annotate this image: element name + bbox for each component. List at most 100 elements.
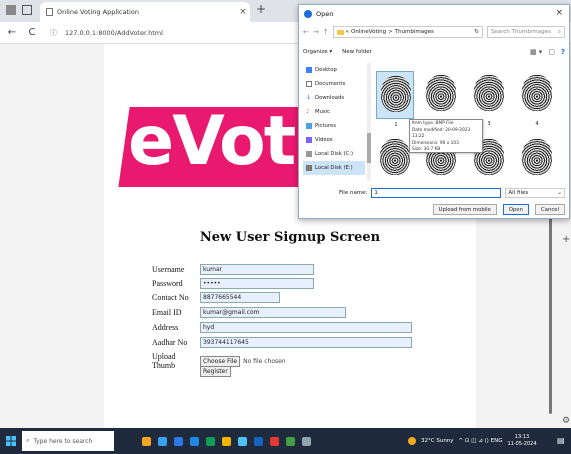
filename-row: File name: 1 All files ⌄ <box>339 187 565 199</box>
search-input[interactable]: Search Thumbimages ⌕ <box>487 26 565 38</box>
app-icon-9[interactable] <box>270 436 279 446</box>
nav-back-icon[interactable]: ← <box>303 28 309 36</box>
windows-start-icon[interactable] <box>0 428 22 454</box>
contact-input[interactable]: 8877665544 <box>200 292 280 303</box>
nav-item-local-disk-c[interactable]: Local Disk (C:) <box>303 147 365 161</box>
aadhar-row: Aadhar No 393744117645 <box>152 337 412 348</box>
nav-item-downloads[interactable]: ↓ Downloads <box>303 91 365 105</box>
documents-icon <box>306 81 312 87</box>
clock[interactable]: 13:13 11-05-2024 <box>507 434 536 448</box>
app-icon-10[interactable] <box>286 436 295 446</box>
fingerprint-image <box>474 75 504 111</box>
search-placeholder: Search Thumbimages <box>491 29 551 35</box>
notification-icon[interactable]: ▤ <box>557 436 565 445</box>
password-input[interactable]: ••••• <box>200 278 314 289</box>
app-icon-1[interactable] <box>142 436 151 446</box>
reload-button[interactable]: C <box>24 27 40 38</box>
cancel-button[interactable]: Cancel <box>535 204 565 215</box>
app-icon-5[interactable] <box>206 436 215 446</box>
nav-item-videos[interactable]: Videos <box>303 133 365 147</box>
taskbar-search[interactable]: ⌕ Type here to search <box>22 431 114 451</box>
app-icon-2[interactable] <box>158 436 167 446</box>
settings-gear-icon[interactable]: ⚙ <box>562 416 570 426</box>
profile-icon[interactable] <box>6 5 16 15</box>
chevron-down-icon: ⌄ <box>557 190 562 196</box>
page-title: New User Signup Screen <box>199 230 381 245</box>
nav-up-icon[interactable]: ↑ <box>323 28 329 36</box>
email-input[interactable]: kumar@gmail.com <box>200 307 346 318</box>
nav-pane-scrollbar[interactable] <box>367 63 371 181</box>
app-icon-4[interactable] <box>190 436 199 446</box>
dialog-title-bar: Open <box>299 5 569 22</box>
url-field[interactable]: 127.0.0.1:8000/AddVoter.html <box>65 29 163 37</box>
fingerprint-image <box>522 139 552 175</box>
drive-c-icon <box>306 151 312 157</box>
nav-item-music[interactable]: ♪ Music <box>303 105 365 119</box>
nav-label: Downloads <box>315 95 345 101</box>
dialog-toolbar: Organize ▾ New folder ▦ ▾ ▢ ? <box>303 45 565 59</box>
address-input[interactable]: hyd <box>200 322 412 333</box>
windows-logo-icon <box>6 436 16 446</box>
tab-actions-icon[interactable] <box>22 5 32 15</box>
nav-pane-scrollbar-thumb[interactable] <box>367 133 371 163</box>
nav-label: Pictures <box>315 123 336 129</box>
password-row: Password ••••• <box>152 278 314 289</box>
app-icon-7[interactable] <box>238 436 247 446</box>
organize-button[interactable]: Organize ▾ <box>303 49 332 55</box>
tab-title: Online Voting Application <box>57 8 139 16</box>
tab-online-voting[interactable]: Online Voting Application × <box>40 2 250 22</box>
open-button[interactable]: Open <box>502 204 530 215</box>
site-info-icon[interactable]: ⓘ <box>50 28 57 38</box>
zoom-plus-icon[interactable]: + <box>562 234 570 245</box>
navigation-pane: Desktop Documents ↓ Downloads ♪ Music Pict… <box>303 63 365 181</box>
tray-icons[interactable]: ^ ⊡ ◫ ⊿ ⟨⟩ ENG <box>459 438 503 444</box>
nav-item-desktop[interactable]: Desktop <box>303 63 365 77</box>
upload-from-mobile-button[interactable]: Upload from mobile <box>432 204 497 215</box>
app-icon-11[interactable] <box>302 436 311 446</box>
aadhar-input[interactable]: 393744117645 <box>200 337 412 348</box>
choose-file-button[interactable]: Choose File <box>200 355 241 367</box>
nav-label: Music <box>315 109 331 115</box>
app-icon-6[interactable] <box>222 436 231 446</box>
taskbar: ⌕ Type here to search 32°C Sunny ^ ⊡ ◫ ⊿… <box>0 428 571 454</box>
chrome-icon <box>304 9 312 18</box>
search-icon: ⌕ <box>26 437 30 444</box>
app-icon-8[interactable] <box>254 436 263 446</box>
view-options-icon[interactable]: ▦ ▾ <box>530 48 542 56</box>
help-icon[interactable]: ? <box>561 48 565 56</box>
file-thumb-4[interactable]: 4 <box>518 71 556 127</box>
clock-date: 11-05-2024 <box>507 441 537 447</box>
dialog-close-icon[interactable]: × <box>555 8 563 18</box>
dialog-buttons: Upload from mobile Open Cancel <box>429 204 565 216</box>
breadcrumb-onlinevoting[interactable]: OnlineVoting <box>351 29 386 35</box>
file-thumb-1[interactable]: 1 <box>376 71 414 128</box>
file-thumb-8[interactable] <box>518 135 556 181</box>
register-button[interactable]: Register <box>200 366 231 377</box>
breadcrumb[interactable]: « OnlineVoting > Thumbimages ↻ <box>332 26 483 38</box>
refresh-icon[interactable]: ↻ <box>474 29 479 35</box>
back-button[interactable]: ← <box>4 27 20 38</box>
file-type-select[interactable]: All files ⌄ <box>505 188 565 198</box>
app-icon-3[interactable] <box>174 436 183 446</box>
username-input[interactable]: kumar <box>200 264 314 275</box>
nav-item-local-disk-e[interactable]: Local Disk (E:) <box>303 161 365 175</box>
page-scrollbar-thumb[interactable] <box>549 194 552 414</box>
nav-item-pictures[interactable]: Pictures <box>303 119 365 133</box>
filename-input[interactable]: 1 <box>371 188 502 198</box>
nav-forward-icon[interactable]: → <box>313 28 319 36</box>
nav-item-documents[interactable]: Documents <box>303 77 365 91</box>
weather-icon <box>408 437 416 445</box>
breadcrumb-thumbimages[interactable]: Thumbimages <box>395 29 434 35</box>
file-thumb-3[interactable]: 3 <box>470 71 508 127</box>
evote-logo: eVot <box>128 102 296 181</box>
new-tab-button[interactable]: + <box>256 2 266 16</box>
close-tab-icon[interactable]: × <box>236 7 250 17</box>
preview-pane-icon[interactable]: ▢ <box>548 48 555 56</box>
new-folder-button[interactable]: New folder <box>342 49 372 55</box>
file-thumb-2[interactable]: 2 <box>422 71 460 127</box>
password-label: Password <box>152 279 183 288</box>
weather-text[interactable]: 32°C Sunny <box>421 438 454 444</box>
search-icon: ⌕ <box>557 28 561 35</box>
open-file-dialog: Open × ← → ↑ « OnlineVoting > Thumbimage… <box>298 4 570 219</box>
taskbar-search-placeholder: Type here to search <box>33 437 93 445</box>
